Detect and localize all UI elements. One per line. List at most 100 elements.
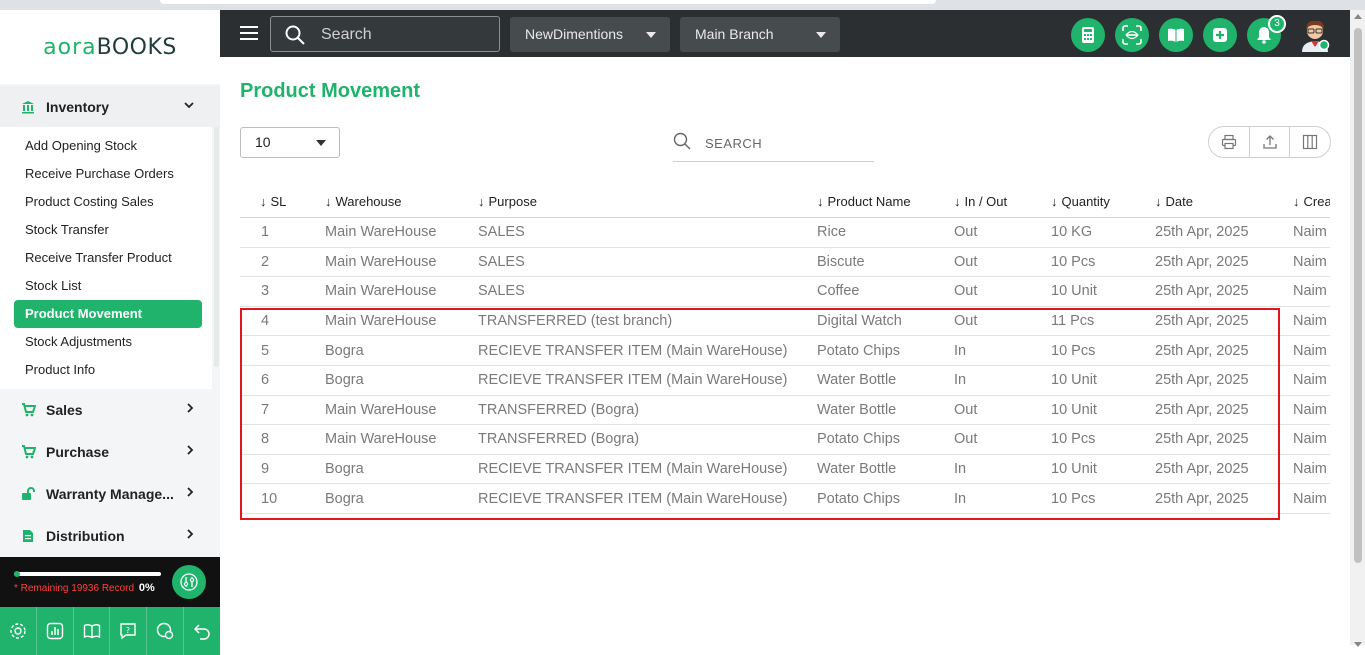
column-header-label: SL: [270, 193, 287, 209]
upload-icon: [1262, 135, 1277, 149]
cell-quantity: 10 KG: [1051, 224, 1093, 241]
cell-sl: 5: [261, 342, 270, 359]
document-icon: [20, 528, 36, 544]
settings-button[interactable]: [0, 607, 37, 655]
cell-created-by: Naim: [1293, 253, 1327, 270]
sidebar-section-sales[interactable]: Sales: [0, 389, 220, 431]
export-button[interactable]: [1250, 127, 1291, 157]
cell-in-out: Out: [954, 253, 978, 270]
cell-in-out: Out: [954, 283, 978, 300]
cell-created-by: Naim: [1293, 490, 1327, 507]
sidebar-item-add-opening-stock[interactable]: Add Opening Stock: [14, 132, 202, 160]
cell-product-name: Water Bottle: [817, 401, 897, 418]
logo-text-books: BOOKS: [96, 34, 177, 60]
rows-per-page-select[interactable]: 10: [240, 127, 340, 158]
table-row[interactable]: 2 Main WareHouse SALES Biscute Out 10 Pcs 25th…: [240, 248, 1330, 278]
upgrade-button[interactable]: [172, 565, 206, 599]
scrollbar-thumb[interactable]: [1354, 28, 1362, 563]
column-header-date[interactable]: ↓ Date: [1155, 185, 1193, 217]
cell-created-by: Naim: [1293, 431, 1327, 448]
cell-quantity: 10 Pcs: [1051, 342, 1096, 359]
sidebar-section-inventory[interactable]: Inventory: [0, 86, 220, 128]
table-search-input[interactable]: [705, 134, 870, 152]
help-button[interactable]: ?: [110, 607, 148, 655]
guide-button[interactable]: [74, 607, 111, 655]
logout-button[interactable]: [184, 607, 220, 655]
cell-created-by: Naim: [1293, 313, 1327, 330]
sidebar-item-stock-list[interactable]: Stock List: [14, 272, 202, 300]
sidebar-section-distribution[interactable]: Distribution: [0, 515, 220, 557]
table-row[interactable]: 3 Main WareHouse SALES Coffee Out 10 Unit 25th…: [240, 277, 1330, 307]
cell-in-out: In: [954, 372, 967, 389]
submenu-scrollbar[interactable]: [214, 127, 219, 367]
table-row[interactable]: 8 Main WareHouse TRANSFERRED (Bogra) Potato…: [240, 425, 1330, 455]
cell-product-name: Coffee: [817, 283, 860, 300]
table-row[interactable]: 5 Bogra RECIEVE TRANSFER ITEM (Main WareHo…: [240, 336, 1330, 366]
cell-product-name: Water Bottle: [817, 372, 897, 389]
column-header-purpose[interactable]: ↓ Purpose: [478, 185, 537, 217]
cell-warehouse: Main WareHouse: [325, 401, 437, 418]
table-search[interactable]: [673, 128, 874, 162]
column-header-quantity[interactable]: ↓ Quantity: [1051, 185, 1110, 217]
sidebar: aora BOOKS Inventory Add Opening Stock Re…: [0, 10, 220, 655]
sidebar-section-warranty[interactable]: Warranty Manage...: [0, 473, 220, 515]
cell-purpose: RECIEVE TRANSFER ITEM (Main WareHouse): [478, 461, 788, 478]
logo-text-aora: aora: [43, 34, 97, 60]
sidebar-item-receive-purchase-orders[interactable]: Receive Purchase Orders: [14, 160, 202, 188]
column-header-in-out[interactable]: ↓ In / Out: [954, 185, 1007, 217]
search-icon: [673, 132, 691, 155]
add-new-button[interactable]: [1203, 18, 1237, 52]
table-row[interactable]: 10 Bogra RECIEVE TRANSFER ITEM (Main WareH…: [240, 484, 1330, 514]
gear-icon: [10, 623, 26, 639]
manual-button[interactable]: [1159, 18, 1193, 52]
scroll-up-arrow-icon[interactable]: [1354, 14, 1362, 19]
sidebar-item-product-costing-sales[interactable]: Product Costing Sales: [14, 188, 202, 216]
app-logo[interactable]: aora BOOKS: [0, 10, 220, 84]
page-scrollbar[interactable]: [1350, 10, 1365, 647]
columns-button[interactable]: [1290, 127, 1330, 157]
chat-button[interactable]: [147, 607, 185, 655]
user-avatar[interactable]: [1298, 16, 1332, 52]
cell-created-by: Naim: [1293, 224, 1327, 241]
cell-warehouse: Main WareHouse: [325, 283, 437, 300]
sort-arrow-icon: ↓: [260, 193, 267, 209]
column-header-sl[interactable]: ↓ SL: [260, 185, 286, 217]
table-row[interactable]: 9 Bogra RECIEVE TRANSFER ITEM (Main WareHo…: [240, 455, 1330, 485]
caret-down-icon: [816, 32, 826, 38]
calculator-button[interactable]: [1071, 18, 1105, 52]
print-button[interactable]: [1209, 127, 1250, 157]
cell-date: 25th Apr, 2025: [1155, 490, 1249, 507]
sidebar-section-purchase[interactable]: Purchase: [0, 431, 220, 473]
table-row[interactable]: 1 Main WareHouse SALES Rice Out 10 KG 25th Apr…: [240, 218, 1330, 248]
table-row[interactable]: 4 Main WareHouse TRANSFERRED (test branch)…: [240, 307, 1330, 337]
column-header-label: Crea: [1303, 193, 1331, 209]
table-row[interactable]: 6 Bogra RECIEVE TRANSFER ITEM (Main WareHo…: [240, 366, 1330, 396]
cell-quantity: 10 Unit: [1051, 283, 1097, 300]
record-quota-panel: * Remaining 19936 Record 0%: [0, 557, 220, 607]
cell-in-out: Out: [954, 431, 978, 448]
sidebar-item-product-info[interactable]: Product Info: [14, 356, 202, 384]
branch-select[interactable]: Main Branch: [680, 17, 840, 52]
company-select-value: NewDimentions: [525, 26, 624, 42]
scan-button[interactable]: [1115, 18, 1149, 52]
table-row[interactable]: 7 Main WareHouse TRANSFERRED (Bogra) Water …: [240, 396, 1330, 426]
sort-arrow-icon: ↓: [325, 193, 332, 209]
cell-purpose: SALES: [478, 253, 525, 270]
browser-tab[interactable]: [160, 0, 936, 4]
reports-button[interactable]: [37, 607, 74, 655]
global-search-input[interactable]: [321, 25, 491, 45]
column-header-created-by[interactable]: ↓ Crea: [1293, 185, 1330, 217]
sidebar-item-product-movement[interactable]: Product Movement: [14, 300, 202, 328]
sidebar-item-stock-adjustments[interactable]: Stock Adjustments: [14, 328, 202, 356]
sidebar-item-stock-transfer[interactable]: Stock Transfer: [14, 216, 202, 244]
quota-remaining-text: * Remaining 19936 Record 0%: [14, 582, 155, 594]
column-header-label: Warehouse: [335, 193, 402, 209]
company-select[interactable]: NewDimentions: [510, 17, 670, 52]
cell-date: 25th Apr, 2025: [1155, 253, 1249, 270]
menu-toggle-button[interactable]: [240, 26, 258, 40]
column-header-product-name[interactable]: ↓ Product Name: [817, 185, 911, 217]
column-header-warehouse[interactable]: ↓ Warehouse: [325, 185, 402, 217]
global-search[interactable]: [270, 16, 500, 52]
column-header-label: Quantity: [1061, 193, 1110, 209]
sidebar-item-receive-transfer-product[interactable]: Receive Transfer Product: [14, 244, 202, 272]
